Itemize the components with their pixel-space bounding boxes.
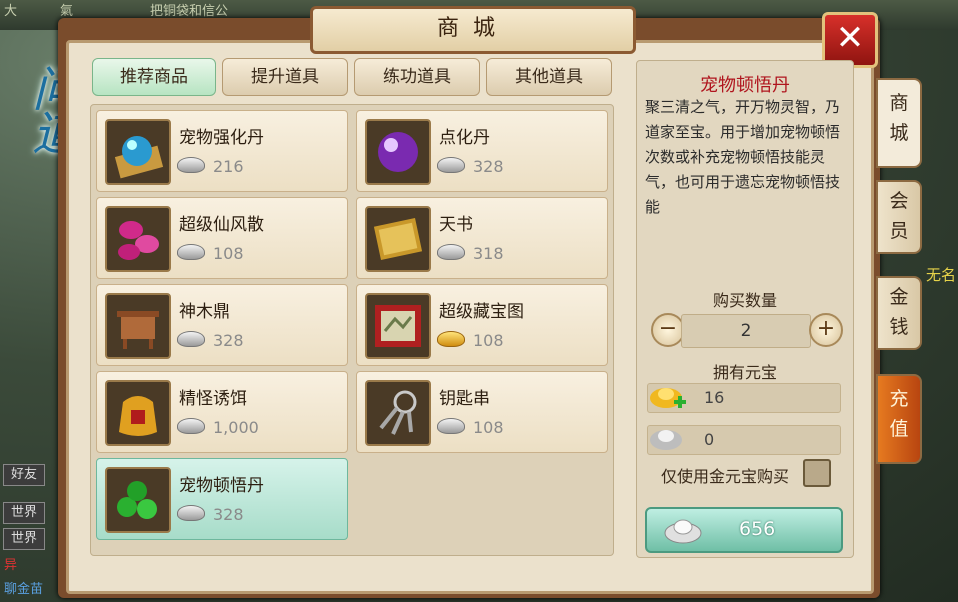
item-name: 超级藏宝图 [439,302,524,322]
item-price: 108 [437,418,504,437]
silver-ingot-icon [650,430,682,450]
silver-balance-row: 0 [647,425,841,455]
item-price-value: 108 [213,244,244,263]
item-price: 216 [177,157,244,176]
purple-orb-icon [365,119,431,185]
item-card-super-wind-powder[interactable]: 超级仙风散 108 [96,197,348,279]
item-name: 点化丹 [439,128,490,148]
silver-ingot-icon [437,418,465,434]
quantity-label: 购买数量 [712,291,777,310]
detail-item-name: 宠物顿悟丹 [700,75,790,96]
green-pills-icon [105,467,171,533]
gold-only-checkbox[interactable] [803,459,831,487]
gold-ingot-add-icon [650,388,686,408]
item-price-value: 328 [213,331,244,350]
tab-other-items[interactable]: 其他道具 [486,58,612,96]
bait-bag-icon [105,380,171,446]
hud-text-left: 大 [4,4,18,19]
item-card-super-treasure-map[interactable]: 超级藏宝图 108 [356,284,608,366]
silver-ingot-icon [177,244,205,260]
chat-channel-world-1[interactable]: 世界 [3,502,45,524]
item-name: 精怪诱饵 [179,389,247,409]
treasure-map-icon [365,293,431,359]
item-price: 328 [177,505,244,524]
hud-text-center: 把铜袋和信公 [150,4,229,19]
chat-line-1: 异 [4,558,18,573]
shop-title: 商城 [436,16,509,41]
item-price: 108 [177,244,244,263]
item-name: 天书 [439,215,473,235]
item-price-value: 318 [473,244,504,263]
item-card-enlightenment-pill[interactable]: 点化丹 328 [356,110,608,192]
item-card-pet-insight-pill[interactable]: 宠物顿悟丹 328 [96,458,348,540]
item-price-value: 328 [473,157,504,176]
gold-balance-row: 16 [647,383,841,413]
side-tab-money-label: 金钱 [889,286,909,338]
item-name: 宠物强化丹 [179,128,264,148]
cauldron-icon [105,293,171,359]
buy-button[interactable]: 656 [645,507,843,553]
item-card-heavenly-book[interactable]: 天书 318 [356,197,608,279]
item-price: 318 [437,244,504,263]
item-price-value: 1,000 [213,418,259,437]
side-tab-recharge-label: 充值 [889,388,909,440]
side-tab-vip-label: 会员 [889,190,909,242]
quantity-minus-button[interactable]: − [651,313,685,347]
item-price: 328 [177,331,244,350]
detail-description: 聚三清之气，开万物灵智，乃道家至宝。用于增加宠物顿悟次数或补充宠物顿悟技能灵气，… [645,98,841,216]
book-icon [365,206,431,272]
item-detail-panel: 宠物顿悟丹 聚三清之气，开万物灵智，乃道家至宝。用于增加宠物顿悟次数或补充宠物顿… [636,60,854,558]
buy-total: 656 [739,518,776,540]
item-name: 神木鼎 [179,302,230,322]
item-card-demon-bait[interactable]: 精怪诱饵 1,000 [96,371,348,453]
side-tab-shop[interactable]: 商城 [876,78,922,168]
silver-ingot-icon [437,244,465,260]
side-tab-recharge[interactable]: 充值 [876,374,922,464]
quantity-plus-button[interactable]: + [809,313,843,347]
item-card-sacred-wood-cauldron[interactable]: 神木鼎 328 [96,284,348,366]
hud-text-right: 无名 [926,266,957,284]
silver-balance: 0 [704,430,715,449]
item-name: 超级仙风散 [179,215,264,235]
blue-orb-icon [105,119,171,185]
silver-ingot-icon [437,157,465,173]
side-tab-vip[interactable]: 会员 [876,180,922,254]
gold-only-label: 仅使用金元宝购买 [660,467,789,486]
item-name: 钥匙串 [439,389,490,409]
silver-ingot-icon [664,519,702,544]
hud-text-left-2: 氣 [60,4,74,19]
item-price-value: 108 [473,418,504,437]
chat-line-2: 聊金苗 [4,582,44,597]
chat-channel-world-2[interactable]: 世界 [3,528,45,550]
item-card-pet-strengthen-pill[interactable]: 宠物强化丹 216 [96,110,348,192]
item-price: 1,000 [177,418,259,437]
item-price-value: 216 [213,157,244,176]
pink-pills-icon [105,206,171,272]
silver-ingot-icon [177,505,205,521]
friend-button[interactable]: 好友 [3,464,45,486]
item-price-value: 328 [213,505,244,524]
item-price: 328 [437,157,504,176]
side-tab-shop-label: 商城 [889,92,909,144]
item-card-key-ring[interactable]: 钥匙串 108 [356,371,608,453]
silver-ingot-icon [177,331,205,347]
shop-title-plate: 商城 [310,6,636,54]
side-tab-money[interactable]: 金钱 [876,276,922,350]
tab-training-items[interactable]: 练功道具 [354,58,480,96]
silver-ingot-icon [177,418,205,434]
quantity-input[interactable]: 2 [681,314,811,348]
silver-ingot-icon [177,157,205,173]
gold-ingot-icon [437,331,465,347]
tab-upgrade-items[interactable]: 提升道具 [222,58,348,96]
item-price-value: 108 [473,331,504,350]
item-price: 108 [437,331,504,350]
tab-recommended[interactable]: 推荐商品 [92,58,216,96]
item-name: 宠物顿悟丹 [179,476,264,496]
keys-icon [365,380,431,446]
gold-balance: 16 [704,388,725,407]
